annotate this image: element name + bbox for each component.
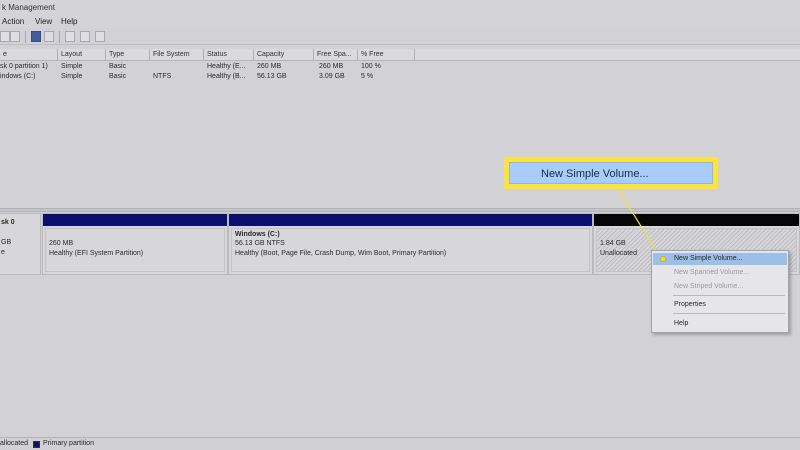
partition-bar [594, 214, 799, 226]
volume-cell: indows (C:) [0, 73, 36, 80]
partition-body: Windows (C:) 56.13 GB NTFS Healthy (Boot… [231, 228, 590, 272]
legend-primary: Primary partition [43, 440, 94, 447]
partition-size: 56.13 GB NTFS [235, 240, 285, 247]
free-space-cell: 3.09 GB [319, 73, 345, 80]
menu-help-item[interactable]: Help [653, 318, 787, 330]
legend-unallocated: allocated [0, 440, 29, 447]
partition-title: Windows (C:) [235, 231, 280, 238]
toolbar-separator [25, 31, 26, 43]
partition-body: 260 MB Healthy (EFI System Partition) [45, 228, 225, 272]
disk-icon[interactable] [80, 31, 90, 42]
column-file-system[interactable]: File System [150, 49, 204, 61]
menu-new-spanned-volume[interactable]: New Spanned Volume... [653, 267, 787, 279]
percent-free-cell: 5 % [361, 73, 374, 80]
volume-row[interactable]: sk 0 partition 1) Simple Basic Healthy (… [0, 62, 800, 72]
partition-status: Healthy (EFI System Partition) [49, 250, 144, 257]
partition-status: Healthy (Boot, Page File, Crash Dump, Wi… [235, 250, 447, 257]
type-cell: Basic [109, 73, 127, 80]
menu-help[interactable]: Help [61, 17, 77, 26]
disk-size: GB [1, 239, 12, 246]
callout-label-box: New Simple Volume... [509, 162, 713, 184]
percent-free-cell: 100 % [361, 63, 381, 70]
menu-view[interactable]: View [35, 17, 52, 26]
free-space-cell: 260 MB [319, 63, 344, 70]
refresh-icon[interactable] [65, 31, 75, 42]
callout-label: New Simple Volume... [541, 168, 649, 180]
primary-partition-swatch [33, 441, 40, 448]
forward-icon[interactable] [10, 31, 20, 42]
status-cell: Healthy (B... [207, 73, 246, 80]
context-menu: New Simple Volume... New Spanned Volume.… [651, 250, 789, 333]
column-capacity[interactable]: Capacity [254, 49, 314, 61]
menu-separator [673, 295, 785, 296]
partition-bar [43, 214, 227, 226]
status-cell: Healthy (E... [207, 63, 246, 70]
cursor-highlight-icon [660, 256, 666, 262]
partition-bar [229, 214, 592, 226]
disk-title: sk 0 [1, 219, 15, 226]
menu-properties[interactable]: Properties [653, 299, 787, 311]
volume-cell: sk 0 partition 1) [0, 63, 48, 70]
volume-row[interactable]: indows (C:) Simple Basic NTFS Healthy (B… [0, 72, 800, 82]
disk-label[interactable]: sk 0 GB e [0, 213, 41, 275]
column-percent-free[interactable]: % Free [358, 49, 415, 61]
partition-size: 260 MB [49, 240, 74, 247]
legend-bar: allocated Primary partition [0, 437, 800, 450]
menu-bar: Action View Help [0, 14, 800, 28]
pane-splitter[interactable] [0, 208, 800, 212]
menu-new-simple-volume-label: New Simple Volume... [674, 255, 743, 262]
help-icon[interactable] [44, 31, 54, 42]
callout-highlight: New Simple Volume... [504, 157, 718, 189]
back-icon[interactable] [0, 31, 10, 42]
column-volume[interactable]: e [0, 49, 58, 61]
volume-list-header: e Layout Type File System Status Capacit… [0, 49, 800, 61]
title-bar: k Management [0, 0, 800, 14]
type-cell: Basic [109, 63, 127, 70]
check-icon[interactable] [95, 31, 105, 42]
layout-cell: Simple [61, 73, 83, 80]
disk-status: e [1, 249, 5, 256]
column-type[interactable]: Type [106, 49, 150, 61]
toolbar [0, 29, 800, 45]
menu-separator [673, 313, 785, 314]
menu-action[interactable]: Action [2, 17, 24, 26]
column-layout[interactable]: Layout [58, 49, 106, 61]
menu-new-simple-volume[interactable]: New Simple Volume... [653, 253, 787, 265]
column-free-space[interactable]: Free Spa... [314, 49, 358, 61]
file-system-cell: NTFS [153, 73, 172, 80]
partition-windows[interactable]: Windows (C:) 56.13 GB NTFS Healthy (Boot… [228, 213, 593, 275]
partition-size: 1.84 GB [600, 240, 626, 247]
column-status[interactable]: Status [204, 49, 254, 61]
layout-cell: Simple [61, 63, 83, 70]
window-title: k Management [2, 3, 55, 12]
menu-new-striped-volume[interactable]: New Striped Volume... [653, 281, 787, 293]
toolbar-separator [59, 31, 60, 43]
capacity-cell: 260 MB [257, 63, 282, 70]
partition-status: Unallocated [600, 250, 637, 257]
capacity-cell: 56.13 GB [257, 73, 287, 80]
partition-efi[interactable]: 260 MB Healthy (EFI System Partition) [42, 213, 228, 275]
properties-icon[interactable] [31, 31, 41, 42]
